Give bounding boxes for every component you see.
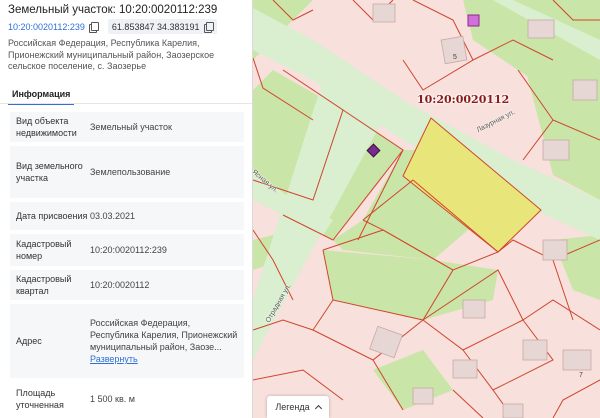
- tab-divider: [0, 103, 252, 104]
- row-key: Дата присвоения: [16, 211, 88, 221]
- row-value: 1 500 кв. м: [90, 394, 135, 404]
- cad-number-text: 10:20:0020112:239: [8, 21, 85, 32]
- row-value: Российская Федерация, Республика Карелия…: [90, 317, 238, 365]
- legend-label: Легенда: [275, 402, 310, 412]
- row-value: 03.03.2021: [90, 211, 136, 221]
- coords-text: 61.853847 34.383191: [111, 21, 200, 32]
- legend-button[interactable]: Легенда: [267, 396, 329, 418]
- info-panel: Земельный участок: 10:20:0020112:239 10:…: [0, 0, 253, 418]
- cadastral-map[interactable]: 10:20:0020112 Лазурная ул. Отрадная ул. …: [253, 0, 600, 418]
- house-number: 7: [579, 372, 583, 379]
- address-value: Российская Федерация, Республика Карелия…: [90, 318, 238, 352]
- copy-icon[interactable]: [88, 22, 99, 33]
- info-table: Вид объекта недвижимости Земельный участ…: [10, 112, 244, 418]
- map-canvas[interactable]: [253, 0, 600, 418]
- row-key: Кадастровый номер: [16, 239, 72, 261]
- info-row: Кадастровый квартал 10:20:0020112: [10, 270, 244, 300]
- row-value: 10:20:0020112: [90, 280, 150, 290]
- info-row: Кадастровый номер 10:20:0020112:239: [10, 234, 244, 266]
- info-row: Вид объекта недвижимости Земельный участ…: [10, 112, 244, 142]
- info-row: Адрес Российская Федерация, Республика К…: [10, 304, 244, 378]
- row-key: Площадь уточненная: [16, 388, 64, 410]
- row-key: Вид земельного участка: [16, 161, 83, 183]
- info-row: Вид земельного участка Землепользование: [10, 146, 244, 198]
- copy-icon[interactable]: [203, 22, 214, 33]
- coords-chip[interactable]: 61.853847 34.383191: [107, 19, 217, 34]
- row-key: Вид объекта недвижимости: [16, 116, 77, 138]
- row-key: Кадастровый квартал: [16, 274, 72, 296]
- building-marker: [467, 14, 480, 27]
- house-number: 5: [453, 54, 457, 61]
- row-value: Землепользование: [90, 167, 171, 177]
- address-text: Российская Федерация, Республика Карелия…: [8, 38, 215, 71]
- identifier-chips: 10:20:0020112:239 61.853847 34.383191: [6, 19, 217, 34]
- expand-link[interactable]: Развернуть: [90, 353, 238, 365]
- row-value: 10:20:0020112:239: [90, 245, 167, 255]
- row-value: Земельный участок: [90, 122, 172, 132]
- info-row: Площадь уточненная 1 500 кв. м: [10, 382, 244, 416]
- quarter-label: 10:20:0020112: [417, 93, 510, 106]
- chevron-up-icon: [314, 404, 322, 413]
- info-row: Дата присвоения 03.03.2021: [10, 202, 244, 230]
- tab-bar: Информация: [8, 84, 75, 105]
- row-key: Адрес: [16, 336, 42, 346]
- cad-number-chip[interactable]: 10:20:0020112:239: [6, 19, 102, 34]
- panel-title: Земельный участок: 10:20:0020112:239: [8, 4, 218, 16]
